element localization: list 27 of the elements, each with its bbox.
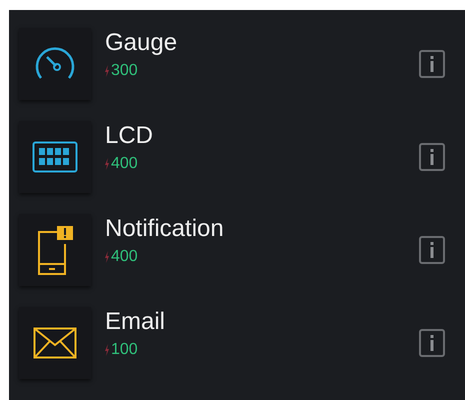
widget-tile[interactable] [19,121,91,193]
info-button[interactable] [419,329,445,357]
widget-price: 100 [111,341,138,359]
info-button[interactable] [419,50,445,78]
info-icon [430,149,434,165]
widget-tile[interactable] [19,307,91,379]
widget-name: Gauge [105,28,178,58]
widget-name: LCD [105,121,154,151]
info-icon [430,56,434,72]
phone-alert-icon [35,224,75,276]
widget-price: 300 [111,62,138,80]
widget-name: Email [105,307,166,337]
widget-tile[interactable] [19,28,91,100]
info-icon [430,242,434,258]
energy-icon [105,251,109,263]
energy-icon [105,158,109,170]
info-button[interactable] [419,236,445,264]
energy-icon [105,344,109,356]
envelope-icon [33,327,77,359]
info-icon [430,335,434,351]
widget-price: 400 [111,248,138,266]
widget-tile[interactable] [19,214,91,286]
widget-price: 400 [111,155,138,173]
widget-name: Notification [105,214,225,244]
energy-icon [105,65,109,77]
info-button[interactable] [419,143,445,171]
display-icon [32,141,78,173]
